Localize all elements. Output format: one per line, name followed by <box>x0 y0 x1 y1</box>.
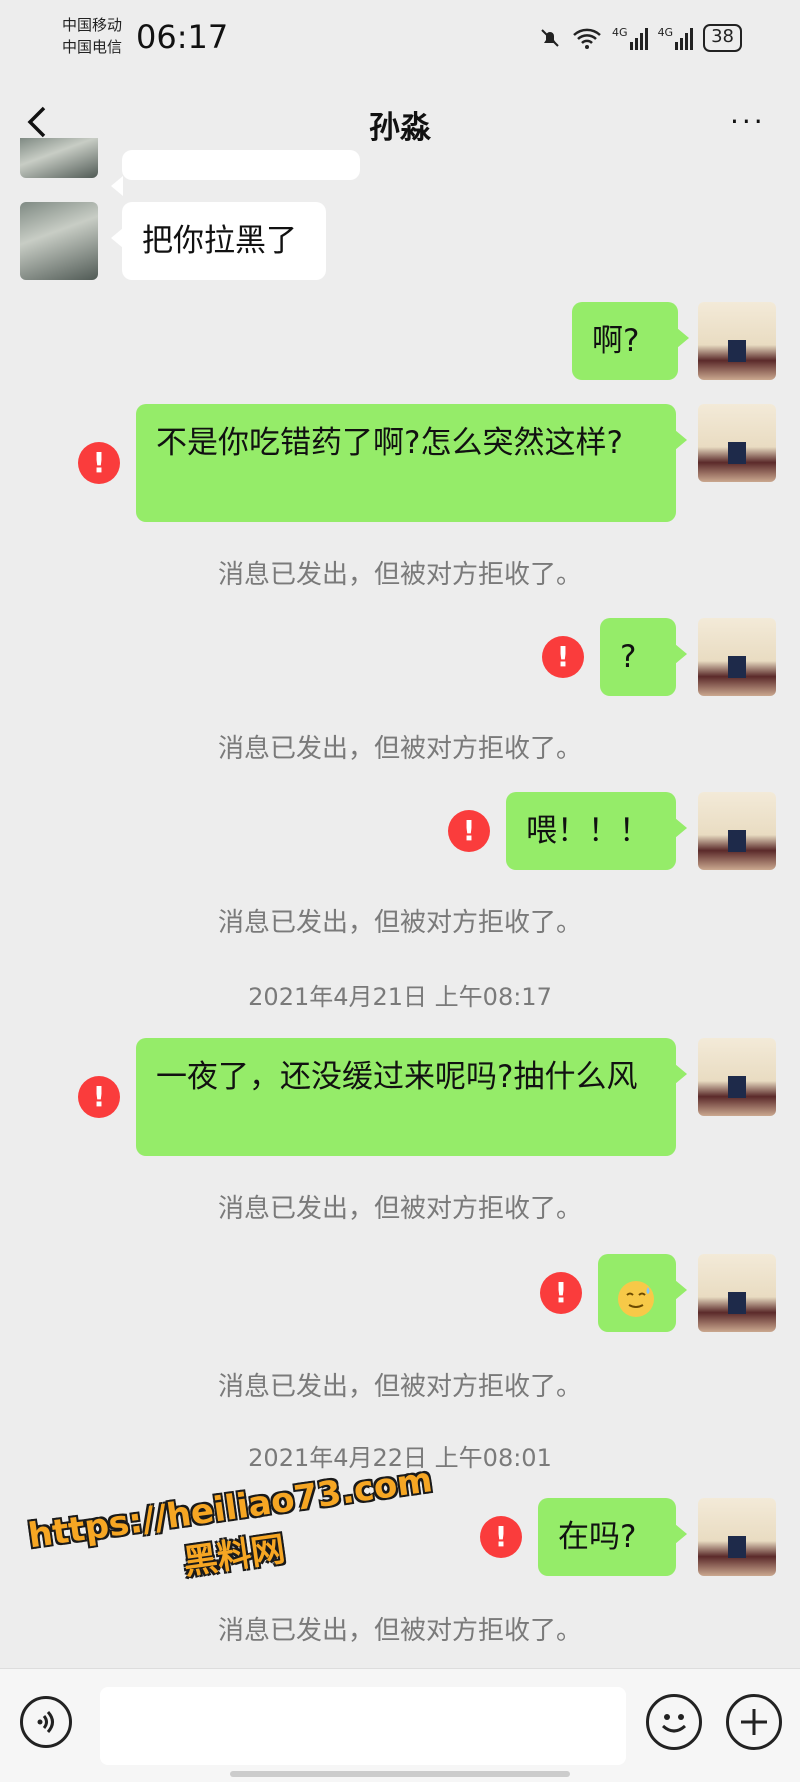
home-indicator[interactable] <box>230 1771 570 1777</box>
my-avatar[interactable] <box>698 1254 776 1332</box>
more-options-icon[interactable]: ··· <box>730 108 770 136</box>
net-label-2: 4G <box>657 26 674 39</box>
chat-title: 孙淼 <box>369 110 431 146</box>
signal-icon: 4G <box>612 26 648 50</box>
voice-input-button[interactable] <box>20 1696 72 1748</box>
more-functions-button[interactable] <box>726 1694 782 1750</box>
send-failed-icon[interactable]: ! <box>78 1076 120 1118</box>
rejected-notice: 消息已发出，但被对方拒收了。 <box>217 908 582 938</box>
status-icons: 4G 4G 38 <box>538 24 742 52</box>
rejected-notice: 消息已发出，但被对方拒收了。 <box>217 734 582 764</box>
message-bubble[interactable]: 啊? <box>572 302 689 380</box>
contact-avatar[interactable] <box>20 202 98 280</box>
message-bubble[interactable]: ? <box>600 618 687 696</box>
watermark: https://heiliao73.com 黑料网 <box>26 1460 442 1605</box>
net-label-1: 4G <box>612 26 628 39</box>
carrier-1: 中国移动 <box>62 16 123 34</box>
rejected-notice: 消息已发出，但被对方拒收了。 <box>217 1372 582 1402</box>
message-bubble[interactable] <box>598 1254 687 1332</box>
clock: 06:17 <box>136 18 229 56</box>
wifi-icon <box>573 28 601 49</box>
rejected-notice: 消息已发出，但被对方拒收了。 <box>217 1194 582 1224</box>
message-input[interactable] <box>100 1687 626 1765</box>
my-avatar[interactable] <box>698 404 776 482</box>
send-failed-icon[interactable]: ! <box>540 1272 582 1314</box>
input-bar <box>0 1668 800 1782</box>
my-avatar[interactable] <box>698 1498 776 1576</box>
smiley-icon <box>661 1714 687 1733</box>
message-bubble-partial <box>111 150 360 196</box>
sweat-smile-emoji-icon <box>618 1280 654 1317</box>
send-failed-icon[interactable]: ! <box>542 636 584 678</box>
send-failed-icon[interactable]: ! <box>78 442 120 484</box>
voice-icon <box>37 1710 54 1734</box>
rejected-notice: 消息已发出，但被对方拒收了。 <box>217 1616 582 1646</box>
contact-avatar[interactable] <box>20 138 98 178</box>
mute-bell-icon <box>541 29 559 47</box>
message-bubble[interactable]: 喂！！！ <box>506 792 687 870</box>
send-failed-icon[interactable]: ! <box>480 1516 522 1558</box>
send-failed-icon[interactable]: ! <box>448 810 490 852</box>
my-avatar[interactable] <box>698 1038 776 1116</box>
my-avatar[interactable] <box>698 302 776 380</box>
rejected-notice: 消息已发出，但被对方拒收了。 <box>217 560 582 590</box>
emoji-button[interactable] <box>646 1694 702 1750</box>
plus-icon <box>741 1709 767 1735</box>
battery-icon: 38 <box>703 24 742 52</box>
my-avatar[interactable] <box>698 618 776 696</box>
message-bubble[interactable]: 不是你吃错药了啊?怎么突然这样? <box>136 404 687 522</box>
message-bubble[interactable]: 一夜了，还没缓过来呢吗?抽什么风 <box>136 1038 687 1156</box>
carrier-2: 中国电信 <box>62 38 123 56</box>
message-bubble[interactable]: 把你拉黑了 <box>111 202 326 280</box>
message-bubble[interactable]: 在吗? <box>538 1498 687 1576</box>
chat-header: 孙淼 ··· <box>0 78 800 168</box>
carrier-info: 中国移动 中国电信 <box>62 14 122 58</box>
chat-timestamp: 2021年4月21日 上午08:17 <box>248 983 552 1011</box>
my-avatar[interactable] <box>698 792 776 870</box>
status-bar: 中国移动 中国电信 06:17 4G 4G 38 <box>0 0 800 78</box>
signal-icon: 4G <box>658 26 694 50</box>
